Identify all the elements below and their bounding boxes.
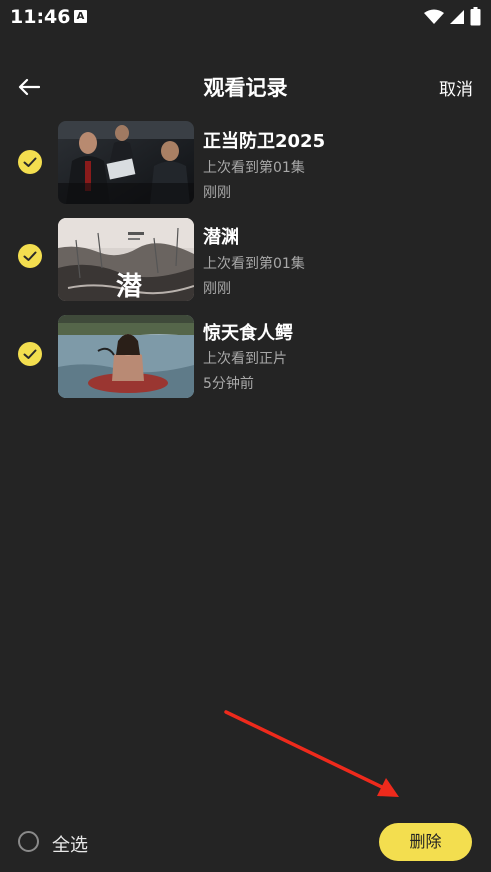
history-item[interactable]: 潜 潜渊 上次看到第01集 刚刚 xyxy=(0,215,491,312)
checkmark-icon xyxy=(23,349,37,359)
item-progress: 上次看到第01集 xyxy=(203,160,305,176)
status-time: 11:46 xyxy=(10,6,71,28)
item-time: 刚刚 xyxy=(203,281,231,297)
poster-image-1 xyxy=(58,121,194,204)
history-item[interactable]: 正当防卫2025 上次看到第01集 刚刚 xyxy=(0,118,491,215)
delete-button[interactable]: 删除 xyxy=(379,823,472,861)
status-bar: 11:46 A xyxy=(0,0,491,34)
header: 观看记录 取消 xyxy=(0,62,491,110)
notification-a-icon: A xyxy=(74,10,87,23)
poster-image-3 xyxy=(58,315,194,398)
item-title: 正当防卫2025 xyxy=(203,131,326,152)
poster-thumbnail[interactable]: 潜 xyxy=(58,218,194,301)
page-title: 观看记录 xyxy=(203,76,288,100)
poster-thumbnail[interactable] xyxy=(58,121,194,204)
battery-icon xyxy=(470,7,481,26)
item-title: 潜渊 xyxy=(203,227,239,248)
item-time: 5分钟前 xyxy=(203,376,254,392)
history-item[interactable]: 惊天食人鳄 上次看到正片 5分钟前 xyxy=(0,312,491,409)
item-time: 刚刚 xyxy=(203,185,231,201)
checked-checkbox[interactable] xyxy=(18,244,42,268)
item-progress: 上次看到第01集 xyxy=(203,256,305,272)
signal-icon xyxy=(450,9,464,24)
wifi-icon xyxy=(424,9,444,24)
select-all-label[interactable]: 全选 xyxy=(52,831,88,857)
checkmark-icon xyxy=(23,157,37,167)
bottom-bar: 全选 删除 xyxy=(0,812,491,872)
checkmark-icon xyxy=(23,251,37,261)
item-progress: 上次看到正片 xyxy=(203,351,287,367)
cancel-button[interactable]: 取消 xyxy=(439,75,473,100)
item-title: 惊天食人鳄 xyxy=(203,323,293,344)
poster-thumbnail[interactable] xyxy=(58,315,194,398)
history-list: 正当防卫2025 上次看到第01集 刚刚 潜 潜渊 上次看到第01集 刚刚 惊天… xyxy=(0,118,491,409)
status-icons xyxy=(424,7,481,26)
checked-checkbox[interactable] xyxy=(18,150,42,174)
select-all-radio[interactable] xyxy=(18,831,39,852)
checked-checkbox[interactable] xyxy=(18,342,42,366)
poster-logo-text: 潜 xyxy=(116,272,143,301)
